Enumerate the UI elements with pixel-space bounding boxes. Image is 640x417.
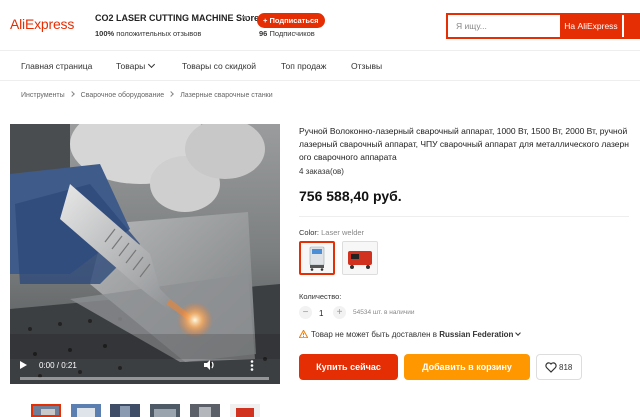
color-label: Color: Laser welder	[299, 228, 364, 237]
nav-item-home[interactable]: Главная страница	[21, 61, 92, 71]
wishlist-count: 818	[559, 363, 573, 372]
subscribe-button[interactable]: + Подписаться	[257, 13, 325, 28]
nav-divider	[0, 80, 640, 81]
color-label-key: Color:	[299, 228, 320, 237]
quantity-decrease-button[interactable]: −	[299, 306, 312, 319]
thumbnail[interactable]	[190, 404, 220, 417]
shipping-notice-text: Товар не может быть доставлен в	[311, 330, 437, 339]
thumbnail[interactable]	[71, 404, 101, 417]
nav-item-products-label: Товары	[116, 61, 146, 71]
breadcrumb-welding[interactable]: Сварочное оборудование	[81, 92, 165, 99]
product-title: Ручной Волоконно-лазерный сварочный аппа…	[299, 126, 629, 162]
nav-item-top-sales[interactable]: Топ продаж	[281, 61, 326, 71]
add-to-cart-button[interactable]: Добавить в корзину	[404, 354, 530, 380]
color-label-value: Laser welder	[321, 228, 365, 237]
store-dropdown-icon[interactable]	[242, 16, 248, 20]
product-price: 756 588,40 руб.	[299, 188, 402, 204]
chevron-right-icon	[168, 91, 175, 97]
heart-icon	[545, 362, 557, 373]
shipping-notice: Товар не может быть доставлен в Russian …	[299, 330, 522, 339]
nav-item-discounts[interactable]: Товары со скидкой	[182, 61, 256, 71]
chevron-down-icon	[148, 60, 156, 69]
video-time: 0:00 / 0:21	[39, 361, 77, 370]
thumbnail-image	[71, 404, 101, 417]
subscribers-count: 96	[259, 29, 268, 38]
stock-available: 54534 шт. в наличии	[353, 309, 415, 316]
header: AliExpress CO2 LASER CUTTING MACHINE Sto…	[0, 0, 640, 50]
thumbnail-image	[33, 406, 59, 415]
quantity-increase-button[interactable]: +	[333, 306, 346, 319]
video-frame-image	[10, 124, 280, 384]
thumbnail[interactable]	[230, 404, 260, 417]
more-options-icon[interactable]	[250, 360, 254, 371]
info-divider	[299, 216, 629, 217]
search-aliexpress-button[interactable]: На AliExpress	[560, 15, 622, 37]
nav-item-reviews[interactable]: Отзывы	[351, 61, 382, 71]
breadcrumb-tools[interactable]: Инструменты	[21, 92, 65, 99]
subscribers-text: Подписчиков	[269, 29, 315, 38]
aliexpress-logo[interactable]: AliExpress	[10, 16, 74, 32]
color-option-image	[343, 242, 377, 274]
volume-icon[interactable]	[204, 360, 215, 370]
video-progress-bar[interactable]	[20, 377, 269, 380]
positive-feedback-pct: 100%	[95, 29, 115, 38]
play-icon[interactable]	[20, 361, 27, 369]
buy-now-button[interactable]: Купить сейчас	[299, 354, 398, 380]
thumbnail-image	[110, 404, 140, 417]
positive-feedback: 100% положительных отзывов	[95, 29, 201, 38]
positive-feedback-text: положительных отзывов	[116, 29, 202, 38]
color-option-2[interactable]	[342, 241, 378, 275]
breadcrumb-laser-welders[interactable]: Лазерные сварочные станки	[180, 92, 272, 99]
thumbnail[interactable]	[31, 404, 61, 417]
color-option-image	[301, 243, 333, 273]
quantity-label: Количество:	[299, 292, 342, 301]
search-bar: На AliExpress	[446, 13, 640, 39]
shipping-country[interactable]: Russian Federation	[439, 330, 513, 339]
warning-icon	[299, 330, 308, 338]
store-nav: Главная страница Товары Товары со скидко…	[0, 51, 640, 81]
thumbnail-image	[150, 404, 180, 417]
wishlist-button[interactable]: 818	[536, 354, 582, 380]
color-option-laser-welder[interactable]	[299, 241, 335, 275]
nav-item-products[interactable]: Товары	[116, 60, 156, 71]
chevron-right-icon	[68, 91, 75, 97]
thumbnail-image	[230, 404, 260, 417]
thumbnail-image	[190, 404, 220, 417]
store-name[interactable]: CO2 LASER CUTTING MACHINE Store	[95, 13, 259, 23]
chevron-down-icon[interactable]	[515, 330, 522, 336]
search-store-button[interactable]	[624, 15, 640, 37]
product-video[interactable]	[10, 124, 280, 384]
orders-count: 4 заказа(ов)	[299, 167, 344, 176]
search-input[interactable]	[448, 15, 558, 37]
thumbnail[interactable]	[150, 404, 180, 417]
breadcrumb: Инструменты Сварочное оборудование Лазерны…	[21, 91, 273, 99]
subscribers: 96 Подписчиков	[259, 29, 315, 38]
thumbnail[interactable]	[110, 404, 140, 417]
quantity-value[interactable]: 1	[319, 309, 323, 318]
